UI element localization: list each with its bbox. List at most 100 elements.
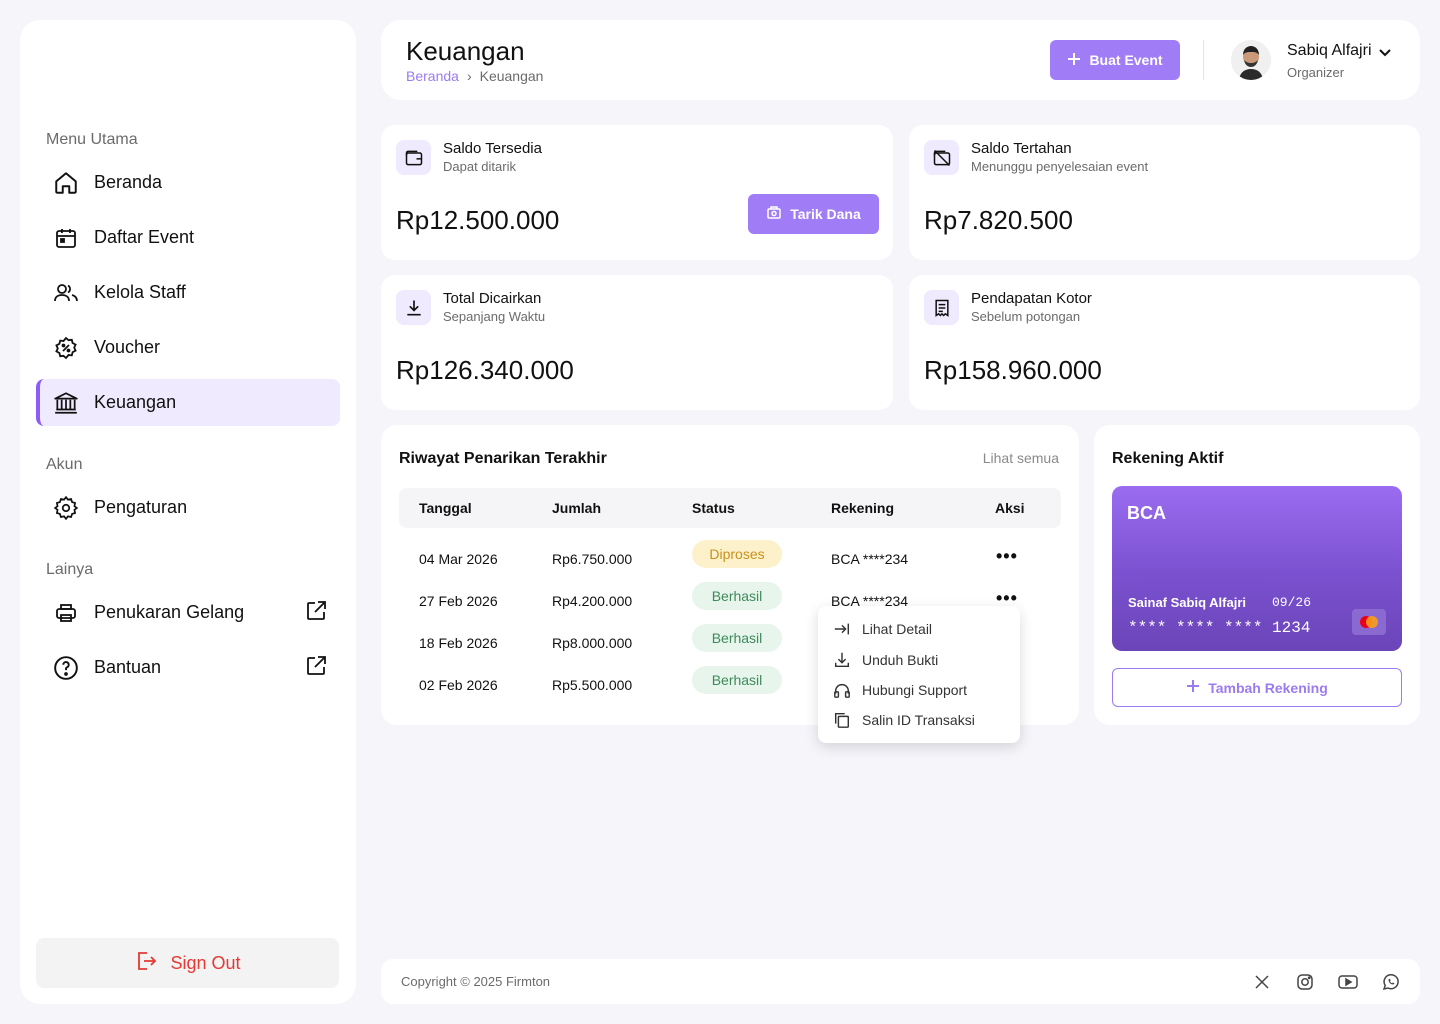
- menu-item-lihat-detail[interactable]: Lihat Detail: [832, 619, 932, 639]
- column-header: Status: [692, 500, 735, 516]
- stat-title: Pendapatan Kotor: [971, 290, 1092, 307]
- see-all-link[interactable]: Lihat semua: [983, 450, 1059, 466]
- column-header: Rekening: [831, 500, 895, 516]
- wallet-off-icon: [924, 140, 959, 175]
- avatar[interactable]: [1231, 40, 1271, 80]
- youtube-icon[interactable]: [1338, 972, 1358, 992]
- sidebar-item-label: Kelola Staff: [94, 282, 186, 302]
- table-row: 04 Mar 2026 Rp6.750.000 Diproses BCA ***…: [399, 538, 1061, 580]
- create-event-button[interactable]: Buat Event: [1050, 40, 1180, 80]
- stat-subtitle: Sepanjang Waktu: [443, 309, 546, 324]
- chevron-down-icon[interactable]: [1377, 44, 1393, 65]
- sidebar-item-voucher[interactable]: Voucher: [36, 324, 340, 371]
- cash-register-icon: [766, 205, 782, 224]
- bank-name: BCA: [1127, 503, 1166, 523]
- cell-date: 27 Feb 2026: [419, 593, 498, 609]
- sidebar-item-pengaturan[interactable]: Pengaturan: [36, 484, 340, 531]
- receipt-icon: [924, 290, 959, 325]
- cell-amount: Rp4.200.000: [552, 593, 633, 609]
- logout-icon: [134, 949, 158, 978]
- menu-item-label: Unduh Bukti: [862, 652, 939, 668]
- page-header: Keuangan Beranda › Keuangan Buat Event S…: [381, 20, 1420, 100]
- footer: Copyright © 2025 Firmton: [381, 959, 1420, 1004]
- cell-account: BCA ****234: [831, 551, 909, 567]
- home-icon: [52, 169, 80, 197]
- breadcrumb: Beranda › Keuangan: [406, 68, 543, 84]
- sidebar-item-kelola-staff[interactable]: Kelola Staff: [36, 269, 340, 316]
- stat-card-total-dicairkan: Total Dicairkan Sepanjang Waktu Rp126.34…: [381, 275, 893, 410]
- instagram-icon[interactable]: [1295, 972, 1315, 992]
- users-icon: [52, 279, 80, 307]
- menu-item-label: Hubungi Support: [862, 682, 968, 698]
- add-account-label: Tambah Rekening: [1208, 679, 1328, 696]
- card-number: **** **** **** 1234: [1128, 619, 1311, 637]
- create-event-label: Buat Event: [1089, 52, 1163, 68]
- arrow-right-to-line-icon: [832, 619, 852, 639]
- menu-item-label: Salin ID Transaksi: [862, 712, 975, 728]
- stat-value: Rp158.960.000: [924, 355, 1102, 385]
- sidebar-item-label: Bantuan: [94, 657, 162, 677]
- section-title-other: Lainya: [46, 561, 94, 578]
- menu-item-unduh-bukti[interactable]: Unduh Bukti: [832, 650, 938, 670]
- withdraw-button[interactable]: Tarik Dana: [748, 194, 879, 234]
- status-badge: Diproses: [692, 540, 782, 568]
- plus-icon: [1067, 52, 1081, 69]
- cell-amount: Rp5.500.000: [552, 677, 633, 693]
- status-badge: Berhasil: [692, 582, 782, 610]
- sidebar-item-label: Beranda: [94, 172, 163, 192]
- mastercard-icon: [1352, 609, 1386, 635]
- sidebar-item-label: Voucher: [94, 337, 161, 357]
- breadcrumb-separator-icon: ›: [466, 68, 472, 84]
- user-name[interactable]: Sabiq Alfajri: [1287, 42, 1372, 60]
- sidebar-item-beranda[interactable]: Beranda: [36, 159, 340, 206]
- active-account-title: Rekening Aktif: [1112, 450, 1224, 467]
- headphones-icon: [832, 680, 852, 700]
- status-badge: Berhasil: [692, 624, 782, 652]
- cell-amount: Rp6.750.000: [552, 551, 633, 567]
- bank-card[interactable]: BCA Sainaf Sabiq Alfajri 09/26 **** ****…: [1112, 486, 1402, 651]
- sidebar-item-keuangan[interactable]: Keuangan: [36, 379, 340, 426]
- cell-date: 02 Feb 2026: [419, 677, 498, 693]
- sign-out-button[interactable]: Sign Out: [36, 938, 339, 988]
- page-title: Keuangan: [406, 36, 525, 66]
- copyright-text: Copyright © 2025 Firmton: [401, 974, 551, 989]
- voucher-icon: [52, 334, 80, 362]
- calendar-icon: [52, 224, 80, 252]
- bank-icon: [52, 389, 80, 417]
- stat-card-pendapatan-kotor: Pendapatan Kotor Sebelum potongan Rp158.…: [909, 275, 1420, 410]
- breadcrumb-home-link[interactable]: Beranda: [406, 68, 459, 84]
- sidebar-item-penukaran-gelang[interactable]: Penukaran Gelang: [36, 589, 340, 636]
- menu-item-hubungi-support[interactable]: Hubungi Support: [832, 680, 967, 700]
- user-role: Organizer: [1287, 65, 1345, 80]
- plus-icon: [1186, 679, 1200, 696]
- stat-card-saldo-tertahan: Saldo Tertahan Menunggu penyelesaian eve…: [909, 125, 1420, 260]
- withdraw-label: Tarik Dana: [790, 206, 861, 222]
- cell-date: 18 Feb 2026: [419, 635, 498, 651]
- column-header: Jumlah: [552, 500, 602, 516]
- sidebar: Menu Utama Beranda Daftar Event Kelola S…: [20, 20, 356, 1004]
- column-header: Aksi: [995, 500, 1025, 516]
- external-link-icon: [304, 599, 330, 625]
- sidebar-item-bantuan[interactable]: Bantuan: [36, 644, 340, 691]
- add-account-button[interactable]: Tambah Rekening: [1112, 668, 1402, 707]
- stat-card-saldo-tersedia: Saldo Tersedia Dapat ditarik Rp12.500.00…: [381, 125, 893, 260]
- sidebar-item-label: Keuangan: [94, 392, 177, 412]
- stat-subtitle: Menunggu penyelesaian event: [971, 159, 1149, 174]
- whatsapp-icon[interactable]: [1381, 972, 1401, 992]
- header-divider: [1203, 40, 1204, 80]
- download-icon: [396, 290, 431, 325]
- stat-value: Rp12.500.000: [396, 205, 560, 235]
- more-actions-button[interactable]: •••: [996, 546, 1018, 567]
- active-account-card: Rekening Aktif BCA Sainaf Sabiq Alfajri …: [1094, 425, 1420, 725]
- cell-date: 04 Mar 2026: [419, 551, 498, 567]
- row-action-menu: Lihat Detail Unduh Bukti Hubungi Support…: [818, 606, 1020, 743]
- card-holder: Sainaf Sabiq Alfajri: [1128, 595, 1246, 610]
- help-icon: [52, 654, 80, 682]
- sidebar-item-daftar-event[interactable]: Daftar Event: [36, 214, 340, 261]
- copy-icon: [832, 710, 852, 730]
- stat-subtitle: Sebelum potongan: [971, 309, 1081, 324]
- printer-icon: [52, 599, 80, 627]
- download-icon: [832, 650, 852, 670]
- x-icon[interactable]: [1252, 972, 1272, 992]
- menu-item-salin-id[interactable]: Salin ID Transaksi: [832, 710, 975, 730]
